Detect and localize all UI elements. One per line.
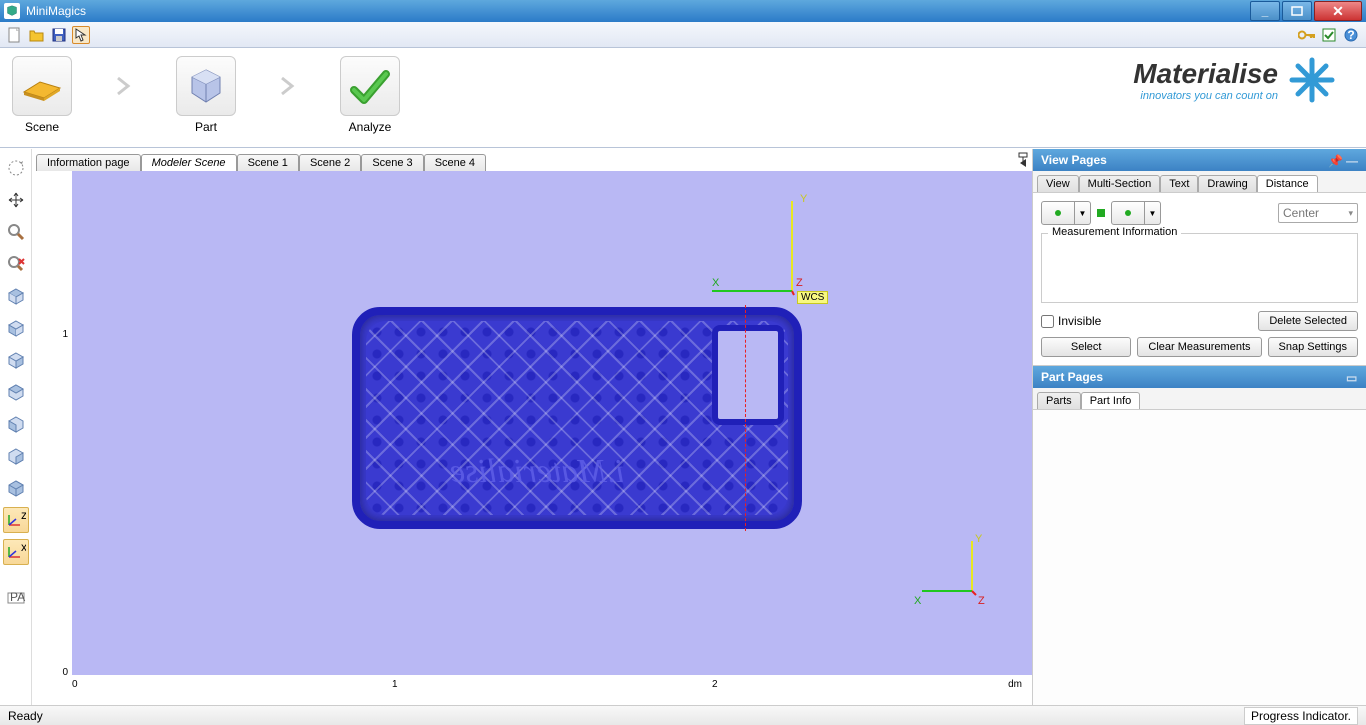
point-b-button[interactable]: [1111, 201, 1145, 225]
main-ribbon: Scene Part Analyze Materialise innovator…: [0, 48, 1366, 148]
vptab-view[interactable]: View: [1037, 175, 1079, 192]
tab-scene-3[interactable]: Scene 3: [361, 154, 423, 171]
key-icon[interactable]: [1298, 26, 1316, 44]
part-pages-tabs: Parts Part Info: [1033, 388, 1366, 410]
brand-logo: Materialise innovators you can count on: [1133, 56, 1356, 104]
svg-text:PARS: PARS: [10, 591, 26, 604]
brand-starburst-icon: [1288, 56, 1336, 104]
invisible-checkbox[interactable]: Invisible: [1041, 314, 1252, 328]
tab-scene-4[interactable]: Scene 4: [424, 154, 486, 171]
params-icon[interactable]: PARS: [3, 585, 29, 611]
part-info-body: [1033, 410, 1366, 705]
part-pages-header: Part Pages ▭: [1033, 366, 1366, 388]
view-pages-tabs: View Multi-Section Text Drawing Distance: [1033, 171, 1366, 193]
clear-measurements-button[interactable]: Clear Measurements: [1137, 337, 1261, 357]
zoom-cancel-icon[interactable]: [3, 251, 29, 277]
vptab-text[interactable]: Text: [1160, 175, 1198, 192]
vptab-multisection[interactable]: Multi-Section: [1079, 175, 1161, 192]
ribbon-analyze[interactable]: Analyze: [338, 56, 402, 134]
scene-tabs: Information page Modeler Scene Scene 1 S…: [32, 149, 1032, 171]
right-panels: View Pages 📌 — View Multi-Section Text D…: [1032, 149, 1366, 705]
ruler-horizontal: 0 1 2 dm: [72, 675, 1032, 705]
progress-indicator: Progress Indicator.: [1244, 707, 1358, 725]
view-right-icon[interactable]: [3, 347, 29, 373]
ribbon-part[interactable]: Part: [174, 56, 238, 134]
align-combo[interactable]: Center: [1278, 203, 1358, 223]
measurement-info-fieldset: Measurement Information: [1041, 233, 1358, 303]
delete-selected-button[interactable]: Delete Selected: [1258, 311, 1358, 331]
new-file-icon[interactable]: [6, 26, 24, 44]
rotate-icon[interactable]: [3, 155, 29, 181]
chevron-right-icon: [94, 56, 154, 116]
close-button[interactable]: ✕: [1314, 1, 1362, 21]
check-icon[interactable]: [1320, 26, 1338, 44]
point-a-dropdown[interactable]: ▼: [1075, 201, 1091, 225]
chevron-right-icon: [258, 56, 318, 116]
tab-information-page[interactable]: Information page: [36, 154, 141, 171]
view-left-icon[interactable]: [3, 443, 29, 469]
point-a-button[interactable]: [1041, 201, 1075, 225]
3d-viewport[interactable]: Y X Z WCS i.Materialise Y: [72, 171, 1032, 675]
view-front-icon[interactable]: [3, 315, 29, 341]
tab-scene-1[interactable]: Scene 1: [237, 154, 299, 171]
snap-settings-button[interactable]: Snap Settings: [1268, 337, 1359, 357]
pptab-partinfo[interactable]: Part Info: [1081, 392, 1141, 409]
zoom-icon[interactable]: [3, 219, 29, 245]
select-icon[interactable]: [72, 26, 90, 44]
scene-icon: [12, 56, 72, 116]
status-bar: Ready Progress Indicator.: [0, 705, 1366, 725]
pan-icon[interactable]: [3, 187, 29, 213]
distance-panel-body: ▼ ▼ Center Measurement Information Invis…: [1033, 193, 1366, 366]
help-icon[interactable]: ?: [1342, 26, 1360, 44]
open-file-icon[interactable]: [28, 26, 46, 44]
pin-icon[interactable]: 📌: [1328, 154, 1340, 166]
analyze-icon: [340, 56, 400, 116]
panel-collapse-icon[interactable]: [1016, 149, 1030, 167]
maximize-button[interactable]: [1282, 1, 1312, 21]
save-icon[interactable]: [50, 26, 68, 44]
wcs-label: WCS: [797, 291, 828, 304]
view-top-icon[interactable]: [3, 283, 29, 309]
center-area: Information page Modeler Scene Scene 1 S…: [32, 149, 1032, 705]
point-b-dropdown[interactable]: ▼: [1145, 201, 1161, 225]
quick-toolbar: ?: [0, 22, 1366, 48]
axis-view-1-icon[interactable]: z: [3, 507, 29, 533]
minimize-panel-icon[interactable]: ▭: [1346, 371, 1358, 383]
3d-model[interactable]: i.Materialise: [352, 307, 802, 529]
view-iso-icon[interactable]: [3, 475, 29, 501]
minimize-panel-icon[interactable]: —: [1346, 154, 1358, 166]
app-icon: [4, 3, 20, 19]
ruler-vertical: 1 0: [32, 171, 72, 675]
view-pages-header: View Pages 📌 —: [1033, 149, 1366, 171]
tab-scene-2[interactable]: Scene 2: [299, 154, 361, 171]
tab-modeler-scene[interactable]: Modeler Scene: [141, 154, 237, 171]
minimize-button[interactable]: _: [1250, 1, 1280, 21]
select-button[interactable]: Select: [1041, 337, 1131, 357]
status-text: Ready: [8, 709, 43, 723]
viewport-container: dm 1 0 0 1 2 dm Y X Z WCS: [32, 171, 1032, 705]
vptab-distance[interactable]: Distance: [1257, 175, 1318, 192]
view-bottom-icon[interactable]: [3, 379, 29, 405]
view-back-icon[interactable]: [3, 411, 29, 437]
window-titlebar: MiniMagics _ ✕: [0, 0, 1366, 22]
axis-view-2-icon[interactable]: x: [3, 539, 29, 565]
vptab-drawing[interactable]: Drawing: [1198, 175, 1256, 192]
window-title: MiniMagics: [26, 4, 1248, 18]
ribbon-scene[interactable]: Scene: [10, 56, 74, 134]
svg-text:?: ?: [1347, 28, 1354, 42]
part-icon: [176, 56, 236, 116]
view-toolbar: z x PARS: [0, 149, 32, 705]
link-icon: [1097, 209, 1105, 217]
pptab-parts[interactable]: Parts: [1037, 392, 1081, 409]
svg-text:x: x: [21, 544, 26, 554]
wcs-axis-icon: [702, 191, 822, 301]
svg-text:z: z: [21, 512, 26, 522]
